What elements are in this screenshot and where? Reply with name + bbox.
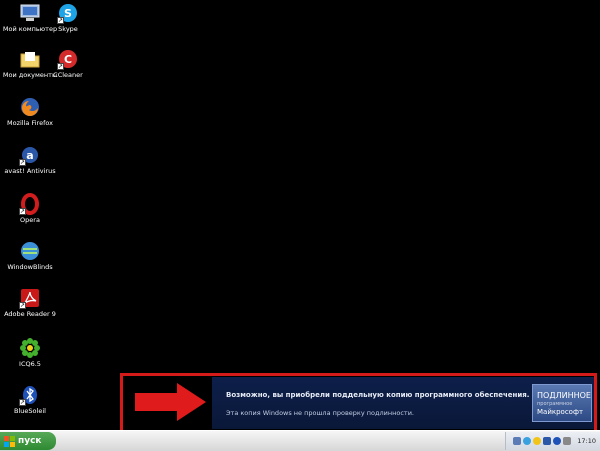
avast-icon: a ↗ <box>19 144 41 166</box>
opera-icon: ↗ <box>19 193 41 215</box>
avast-tray-icon[interactable] <box>543 437 552 445</box>
warning-tray-icon[interactable] <box>533 437 542 445</box>
windows-flag-icon <box>4 435 15 447</box>
firefox-icon <box>19 96 41 118</box>
adobe-reader-icon: ↗ <box>19 287 41 309</box>
svg-text:S: S <box>64 7 72 20</box>
system-tray: 17:10 <box>505 432 600 450</box>
ccleaner-icon: C ↗ <box>57 48 79 70</box>
desktop-icon-windowblinds[interactable]: WindowBlinds <box>0 240 60 271</box>
desktop-icon-skype[interactable]: S ↗ Skype <box>38 2 98 33</box>
skype-icon: S ↗ <box>57 2 79 24</box>
desktop-icon-opera[interactable]: ↗ Opera <box>0 193 60 224</box>
red-highlight-frame <box>120 373 597 433</box>
taskbar: пуск 17:10 <box>0 430 600 451</box>
volume-tray-icon[interactable] <box>563 437 572 445</box>
desktop-icon-label: Adobe Reader 9 <box>4 310 56 318</box>
desktop-icon-adobe-reader[interactable]: ↗ Adobe Reader 9 <box>0 287 60 318</box>
desktop-icon-label: Mozilla Firefox <box>7 119 53 127</box>
bluesoleil-icon: ↗ <box>19 384 41 406</box>
network-tray-icon[interactable] <box>513 437 522 445</box>
desktop-icon-label: avast! Antivirus <box>4 167 56 175</box>
desktop-icon-label: Skype <box>58 25 78 33</box>
desktop-icon-ccleaner[interactable]: C ↗ CCleaner <box>38 48 98 79</box>
desktop: Мой компьютер S ↗ Skype Мои документы C … <box>0 0 600 433</box>
desktop-icon-firefox[interactable]: Mozilla Firefox <box>0 96 60 127</box>
desktop-icon-label: Opera <box>20 216 40 224</box>
desktop-icon-bluesoleil[interactable]: ↗ BlueSoleil <box>0 384 60 415</box>
desktop-icon-avast[interactable]: a ↗ avast! Antivirus <box>0 144 60 175</box>
start-label: пуск <box>18 436 42 446</box>
svg-text:a: a <box>26 149 33 162</box>
icq-icon <box>19 337 41 359</box>
bluetooth-tray-icon[interactable] <box>553 437 562 445</box>
svg-text:C: C <box>64 53 72 66</box>
desktop-icon-label: CCleaner <box>53 71 83 79</box>
windowblinds-icon <box>19 240 41 262</box>
start-button[interactable]: пуск <box>0 432 56 450</box>
desktop-icon-label: ICQ6.5 <box>19 360 41 368</box>
clock[interactable]: 17:10 <box>577 437 596 445</box>
desktop-icon-label: WindowBlinds <box>7 263 53 271</box>
desktop-icon-label: BlueSoleil <box>14 407 46 415</box>
desktop-icon-icq[interactable]: ICQ6.5 <box>0 337 60 368</box>
skype-tray-icon[interactable] <box>523 437 532 445</box>
